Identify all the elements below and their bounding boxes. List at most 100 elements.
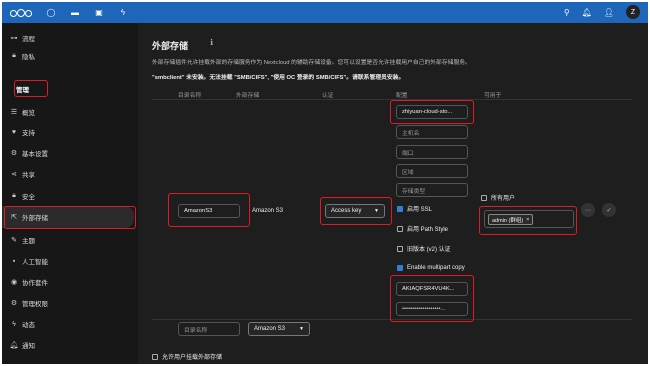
docs-icon: ◉	[10, 279, 18, 286]
heart-icon: ♥	[11, 128, 17, 136]
search-icon[interactable]: ⚲	[564, 8, 570, 17]
region-input[interactable]: 区域	[396, 164, 468, 178]
sidebar-item-label: 流程	[22, 36, 35, 43]
checkbox-unchecked	[397, 245, 403, 252]
dashboard-icon[interactable]: ◯	[46, 8, 56, 17]
share-icon: ⋖	[11, 171, 17, 178]
sidebar-item-theming[interactable]: ✎ 主题	[2, 231, 138, 249]
all-users-checkbox[interactable]: 所有用户	[481, 193, 515, 202]
chip-remove-icon[interactable]: ×	[526, 217, 529, 223]
sidebar-item-label: 概览	[22, 110, 35, 117]
checkbox-label: 允许用户挂载外部存储	[162, 355, 223, 361]
sidebar-item-label: 管理权限	[22, 301, 48, 308]
activity-icon[interactable]: ϟ	[118, 8, 128, 17]
sidebar-item-label: 基本设置	[22, 151, 48, 158]
multipart-checkbox[interactable]: Enable multipart copy	[397, 265, 465, 271]
top-navigation-bar: ◯ ▬ ▣ ϟ ⚲ 🔔︎ 👤︎ Z	[2, 2, 648, 23]
storage-select-value: Amazon S3	[254, 326, 286, 332]
sidebar-item-admin-delegation[interactable]: ⚙ 管理权限	[2, 294, 138, 312]
divider	[152, 99, 632, 100]
sidebar-item-security[interactable]: 🔒︎ 安全	[2, 187, 138, 205]
checkbox-label: 旧版本 (v2) 认证	[407, 247, 451, 253]
checkbox-checked	[397, 265, 403, 271]
contacts-icon[interactable]: 👤︎	[604, 8, 614, 17]
storage-type-label: Amazon S3	[252, 208, 284, 214]
checkbox-label: 启用 SSL	[407, 207, 433, 213]
sidebar-item-label: 隐私	[22, 54, 35, 61]
lock-icon: 🔒︎	[12, 192, 16, 199]
sidebar-item-support[interactable]: ♥ 支持	[2, 123, 138, 141]
sidebar-item-label: 共享	[22, 172, 35, 179]
sidebar-item-label: 通知	[22, 343, 35, 350]
bucket-input[interactable]: zhiyuan-cloud-sto...	[396, 105, 468, 119]
folder-name-input[interactable]: AmazonS3	[178, 204, 240, 218]
gear-icon: ⚙	[10, 150, 18, 157]
auth-method-value: Access key	[331, 208, 362, 214]
secret-key-input[interactable]: •••••••••••••••••••...	[396, 302, 468, 316]
list-icon: ☰	[10, 109, 18, 116]
header-external-storage: 外部存储	[236, 93, 260, 99]
app-window: ◯ ▬ ▣ ϟ ⚲ 🔔︎ 👤︎ Z ⊶ 流程 🔒︎ 隐私 管理 ☰ 概览 ♥ 支持 ⚙ 基…	[2, 2, 648, 364]
port-input[interactable]: 端口	[396, 145, 468, 159]
checkbox-label: 所有用户	[491, 196, 516, 202]
sidebar-item-sharing[interactable]: ⋖ 共享	[2, 165, 138, 183]
header-configuration: 配置	[396, 93, 408, 99]
nextcloud-logo[interactable]	[10, 8, 32, 18]
auth-method-select[interactable]: Access key ▼	[325, 204, 385, 218]
allow-user-mount-checkbox[interactable]: 允许用户挂载外部存储	[152, 352, 222, 361]
flow-icon: ⊶	[10, 35, 18, 42]
info-icon[interactable]: ℹ	[210, 38, 213, 47]
legacy-auth-checkbox[interactable]: 旧版本 (v2) 认证	[397, 244, 451, 253]
sidebar-item-overview[interactable]: ☰ 概览	[2, 103, 138, 121]
checkbox-unchecked	[397, 225, 403, 232]
sidebar-item-office[interactable]: ◉ 协作套件	[2, 273, 138, 291]
sidebar-item-label: 外部存储	[22, 215, 48, 222]
warning-text: "smbclient" 未安装。无法挂载 "SMB/CIFS", "使用 OC …	[152, 75, 405, 81]
gear-icon: ⚙	[10, 300, 18, 307]
sidebar-item-notifications[interactable]: 🔔︎ 通知	[2, 336, 138, 354]
checkbox-label: Enable multipart copy	[407, 265, 465, 271]
save-checkmark-button[interactable]: ✓	[602, 203, 616, 217]
group-chip[interactable]: admin (群组) ×	[488, 214, 534, 225]
access-key-input[interactable]: AKIAQFSR4VU4K...	[396, 282, 468, 296]
sidebar-item-basic-settings[interactable]: ⚙ 基本设置	[2, 144, 138, 162]
files-icon[interactable]: ▬	[70, 8, 80, 17]
checkbox-unchecked	[152, 353, 158, 360]
sidebar-item-activity[interactable]: ϟ 动态	[2, 315, 138, 333]
sidebar-item-flow[interactable]: ⊶ 流程	[2, 29, 138, 47]
sidebar-item-label: 主题	[22, 238, 35, 245]
new-storage-select[interactable]: Amazon S3 ▼	[248, 322, 310, 336]
enable-ssl-checkbox[interactable]: 启用 SSL	[397, 204, 432, 213]
page-title: 外部存储	[152, 41, 189, 51]
storage-class-input[interactable]: 存储类型	[396, 183, 468, 197]
hostname-input[interactable]: 主机名	[396, 125, 468, 139]
divider	[152, 319, 632, 320]
photos-icon[interactable]: ▣	[94, 8, 104, 17]
sidebar-item-privacy[interactable]: 🔒︎ 隐私	[2, 47, 138, 65]
bell-icon: 🔔︎	[9, 342, 19, 349]
avatar[interactable]: Z	[626, 5, 640, 19]
sidebar-item-label: 协作套件	[22, 280, 48, 287]
lock-icon: 🔒︎	[12, 52, 16, 59]
sidebar-section-admin: 管理	[2, 80, 138, 98]
sidebar-item-label: 动态	[22, 322, 35, 329]
more-actions-button[interactable]: ⋯	[581, 203, 595, 217]
external-link-icon: ⇱	[11, 214, 17, 221]
header-folder-name: 目录名称	[178, 93, 202, 99]
notifications-icon[interactable]: 🔔︎	[582, 8, 592, 17]
settings-sidebar: ⊶ 流程 🔒︎ 隐私 管理 ☰ 概览 ♥ 支持 ⚙ 基本设置 ⋖ 共享 🔒︎ 安全 ⇱ 外部存储…	[2, 23, 138, 364]
checkbox-unchecked	[481, 194, 487, 201]
path-style-checkbox[interactable]: 启用 Path Style	[397, 224, 448, 233]
sidebar-item-label: 支持	[22, 130, 35, 137]
sidebar-item-ai[interactable]: ▪ 人工智能	[2, 252, 138, 270]
chip-label: admin (群组)	[492, 217, 524, 224]
main-content: 外部存储 ℹ 外部存储插件允许挂载外部的存储服务作为 Nextcloud 的辅助…	[138, 23, 648, 364]
description-text: 外部存储插件允许挂载外部的存储服务作为 Nextcloud 的辅助存储设备。您可…	[152, 60, 471, 66]
sidebar-item-label: 安全	[22, 194, 35, 201]
chevron-down-icon: ▼	[299, 326, 304, 332]
ai-icon: ▪	[12, 257, 16, 265]
sidebar-item-external-storage[interactable]: ⇱ 外部存储	[2, 206, 134, 228]
sidebar-item-label: 人工智能	[22, 259, 48, 266]
new-folder-name-input[interactable]: 目录名称	[178, 322, 240, 336]
sidebar-section-label: 管理	[16, 87, 29, 94]
